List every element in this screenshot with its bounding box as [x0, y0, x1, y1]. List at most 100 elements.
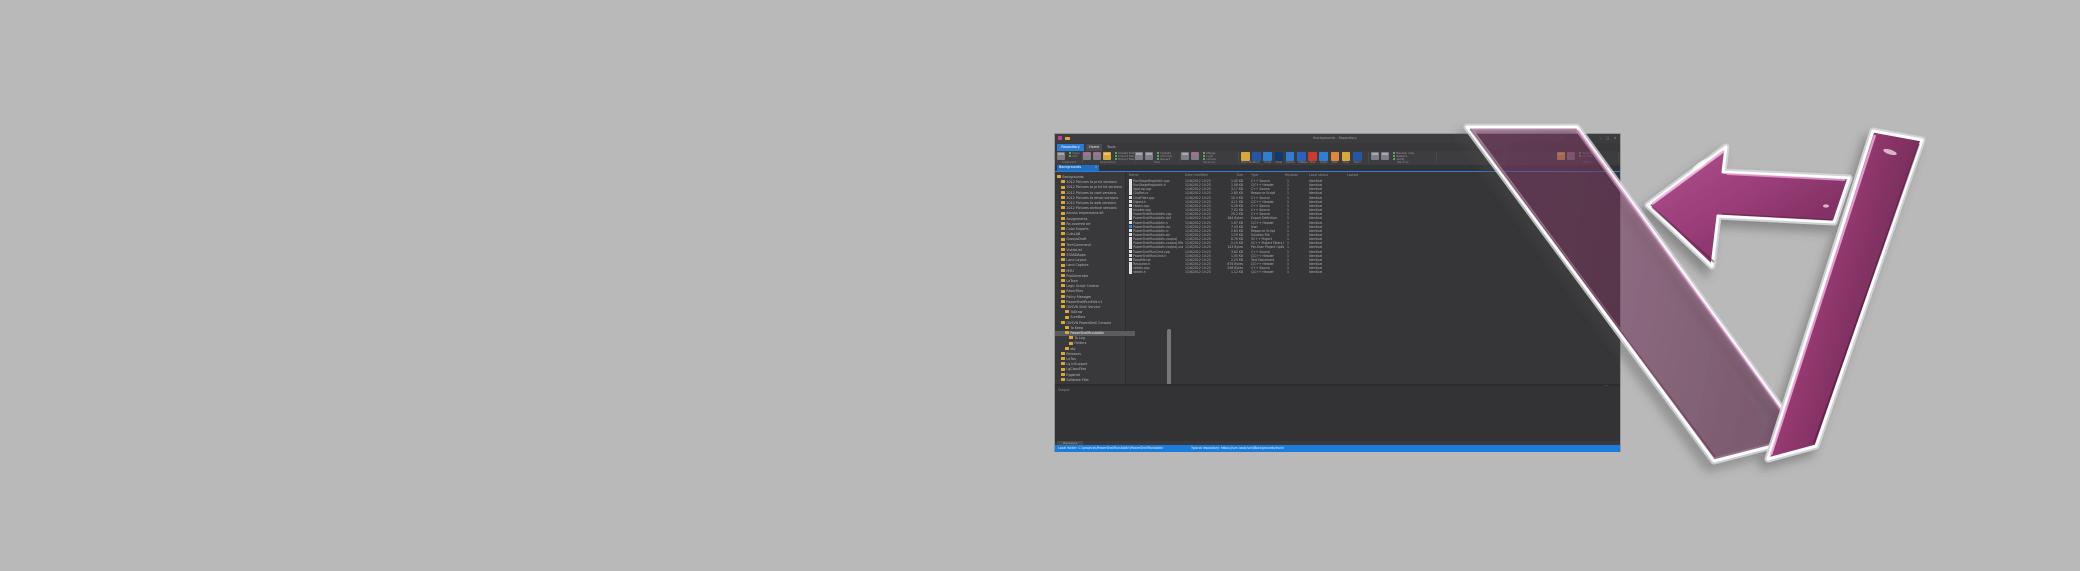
file-icon [1129, 245, 1132, 249]
folder-icon [1069, 341, 1074, 345]
status-local-folder: Local folder: C:\projects\PowerShellRunA… [1058, 446, 1164, 450]
main-content: Backgrounds 2012 Pictures to print versio… [1055, 172, 1620, 395]
plain-icon[interactable] [1135, 152, 1143, 160]
app-icon [1058, 136, 1062, 140]
folder-icon [1061, 294, 1066, 298]
group-separator [1618, 152, 1619, 163]
column-header-locked[interactable]: Locked [1347, 172, 1367, 178]
plain-icon[interactable] [1381, 152, 1389, 160]
file-icon [1129, 208, 1132, 212]
folder-icon [1065, 331, 1070, 335]
logo-right-stroke [1764, 127, 1926, 463]
file-type: C/C++ Header [1251, 270, 1274, 275]
small-commands: Copy Cut [1069, 151, 1080, 158]
file-icon [1129, 191, 1132, 195]
desktop-background: Backgrounds - Repository – □ × Repositor… [0, 0, 2080, 571]
file-icon [1129, 249, 1132, 254]
mag-icon[interactable] [1567, 152, 1575, 160]
ribbon-group-label: Repository [1100, 160, 1116, 164]
mag-icon[interactable] [1191, 152, 1199, 160]
file-revision: 1 [1287, 270, 1289, 275]
file-local-status: Identical [1309, 270, 1323, 275]
small-commands: Theme Accent [1579, 151, 1592, 158]
ribbon-group-style: Theme Accent Style [1557, 151, 1619, 164]
ribbon-group-clipboard: Copy Cut Clipboard [1057, 151, 1083, 164]
ribbon-app-button[interactable]: Repository [1057, 143, 1084, 151]
ribbon-group-label: Style [1583, 160, 1591, 164]
ribbon-tab-tools[interactable]: Tools [1104, 144, 1119, 151]
file-icon [1129, 179, 1132, 183]
command-accent[interactable]: Accent [1579, 154, 1592, 158]
column-header-revision[interactable]: Revision [1285, 172, 1307, 178]
ribbon-group-versions: Merge Lock Unlock Versions [1181, 151, 1239, 164]
tree-item[interactable]: Software Filer [1055, 378, 1131, 383]
column-header-size[interactable]: Size [1213, 172, 1243, 178]
group-separator [1238, 152, 1239, 163]
file-icon [1129, 232, 1132, 237]
folder-icon [1061, 289, 1066, 293]
status-bar: Local folder: C:\projects\PowerShellRunA… [1055, 445, 1620, 452]
group-separator [1436, 152, 1437, 163]
column-header-name[interactable]: Name [1129, 172, 1183, 178]
folder-icon [1061, 279, 1066, 283]
folder-icon [1065, 346, 1070, 350]
folder-icon [1061, 320, 1066, 324]
folder-icon [1065, 136, 1070, 140]
ribbon-group-tools: PowerShell Cmd Code Shell Deploy Docs Stop Audi… [1241, 151, 1369, 164]
window-title: Backgrounds - Repository [1313, 136, 1357, 140]
glossy-arrow-v-logo [1463, 123, 1926, 465]
file-icon [1129, 195, 1132, 200]
file-icon [1129, 253, 1132, 258]
file-icon [1129, 203, 1132, 208]
plain-icon[interactable] [1371, 152, 1379, 160]
folder-icon [1061, 284, 1066, 288]
output-pane: Output [1055, 386, 1620, 441]
ribbon-group-label: Versions [1202, 160, 1216, 164]
ribbon-group-label: Files [1153, 160, 1161, 164]
ribbon-group-label: Backup [1397, 160, 1409, 164]
folder-tab-label: Backgrounds [1059, 165, 1081, 170]
titlebar[interactable]: Backgrounds - Repository – □ × [1055, 134, 1620, 143]
ribbon: Copy Cut Clipboard Create folder Import file… [1055, 151, 1620, 166]
folder-icon [1061, 377, 1066, 382]
file-icon [1129, 212, 1132, 216]
file-row[interactable]: stdafx.h1/16/2012 10:23 PM 1.12 KB C/C++ H… [1055, 270, 1620, 274]
folder-icon [1065, 325, 1070, 330]
file-manager-window: Backgrounds - Repository – □ × Repositor… [1054, 133, 1621, 452]
ribbon-group-backup: Backup now Restore Verify Backup [1371, 151, 1437, 164]
plain-icon[interactable] [1145, 152, 1153, 160]
column-header-local-status[interactable]: Local status [1309, 172, 1345, 178]
folder-icon [1057, 175, 1062, 179]
file-icon [1129, 270, 1132, 274]
mag-icon[interactable] [1093, 152, 1101, 160]
ribbon-group-files: Update Commit Revert Files [1135, 151, 1181, 164]
file-icon [1129, 266, 1132, 270]
fold-icon[interactable] [1557, 152, 1565, 160]
folder-icon [1065, 315, 1070, 319]
window-control-buttons[interactable]: – □ × [1600, 136, 1618, 140]
column-header-date-modified[interactable]: Date modified [1185, 172, 1211, 178]
plain-icon[interactable] [1181, 152, 1189, 160]
file-icon [1129, 199, 1132, 204]
folder-icon [1065, 310, 1070, 314]
mag-icon[interactable] [1083, 152, 1091, 160]
ribbon-group-label: Clipboard [1061, 160, 1077, 164]
file-icon [1129, 257, 1132, 262]
folder-icon [1061, 357, 1066, 361]
command-cut[interactable]: Cut [1069, 154, 1080, 158]
ribbon-group-repository: Create folder Import files Export files Rep… [1083, 151, 1137, 164]
folder-icon [1061, 372, 1066, 376]
file-icon [1129, 241, 1132, 245]
output-pane-label: Output [1058, 387, 1070, 392]
ribbon-tab-home[interactable]: Home [1086, 143, 1103, 151]
file-icon [1129, 228, 1132, 233]
folder-icon [1061, 305, 1066, 309]
fold-icon[interactable] [1103, 152, 1111, 160]
column-header-type[interactable]: Type [1251, 172, 1283, 178]
file-icon [1129, 237, 1132, 241]
folder-icon [1069, 336, 1074, 340]
file-icon [1129, 216, 1132, 220]
file-icon [1129, 220, 1132, 224]
file-icon [1129, 224, 1132, 229]
paste-icon[interactable] [1057, 152, 1065, 160]
